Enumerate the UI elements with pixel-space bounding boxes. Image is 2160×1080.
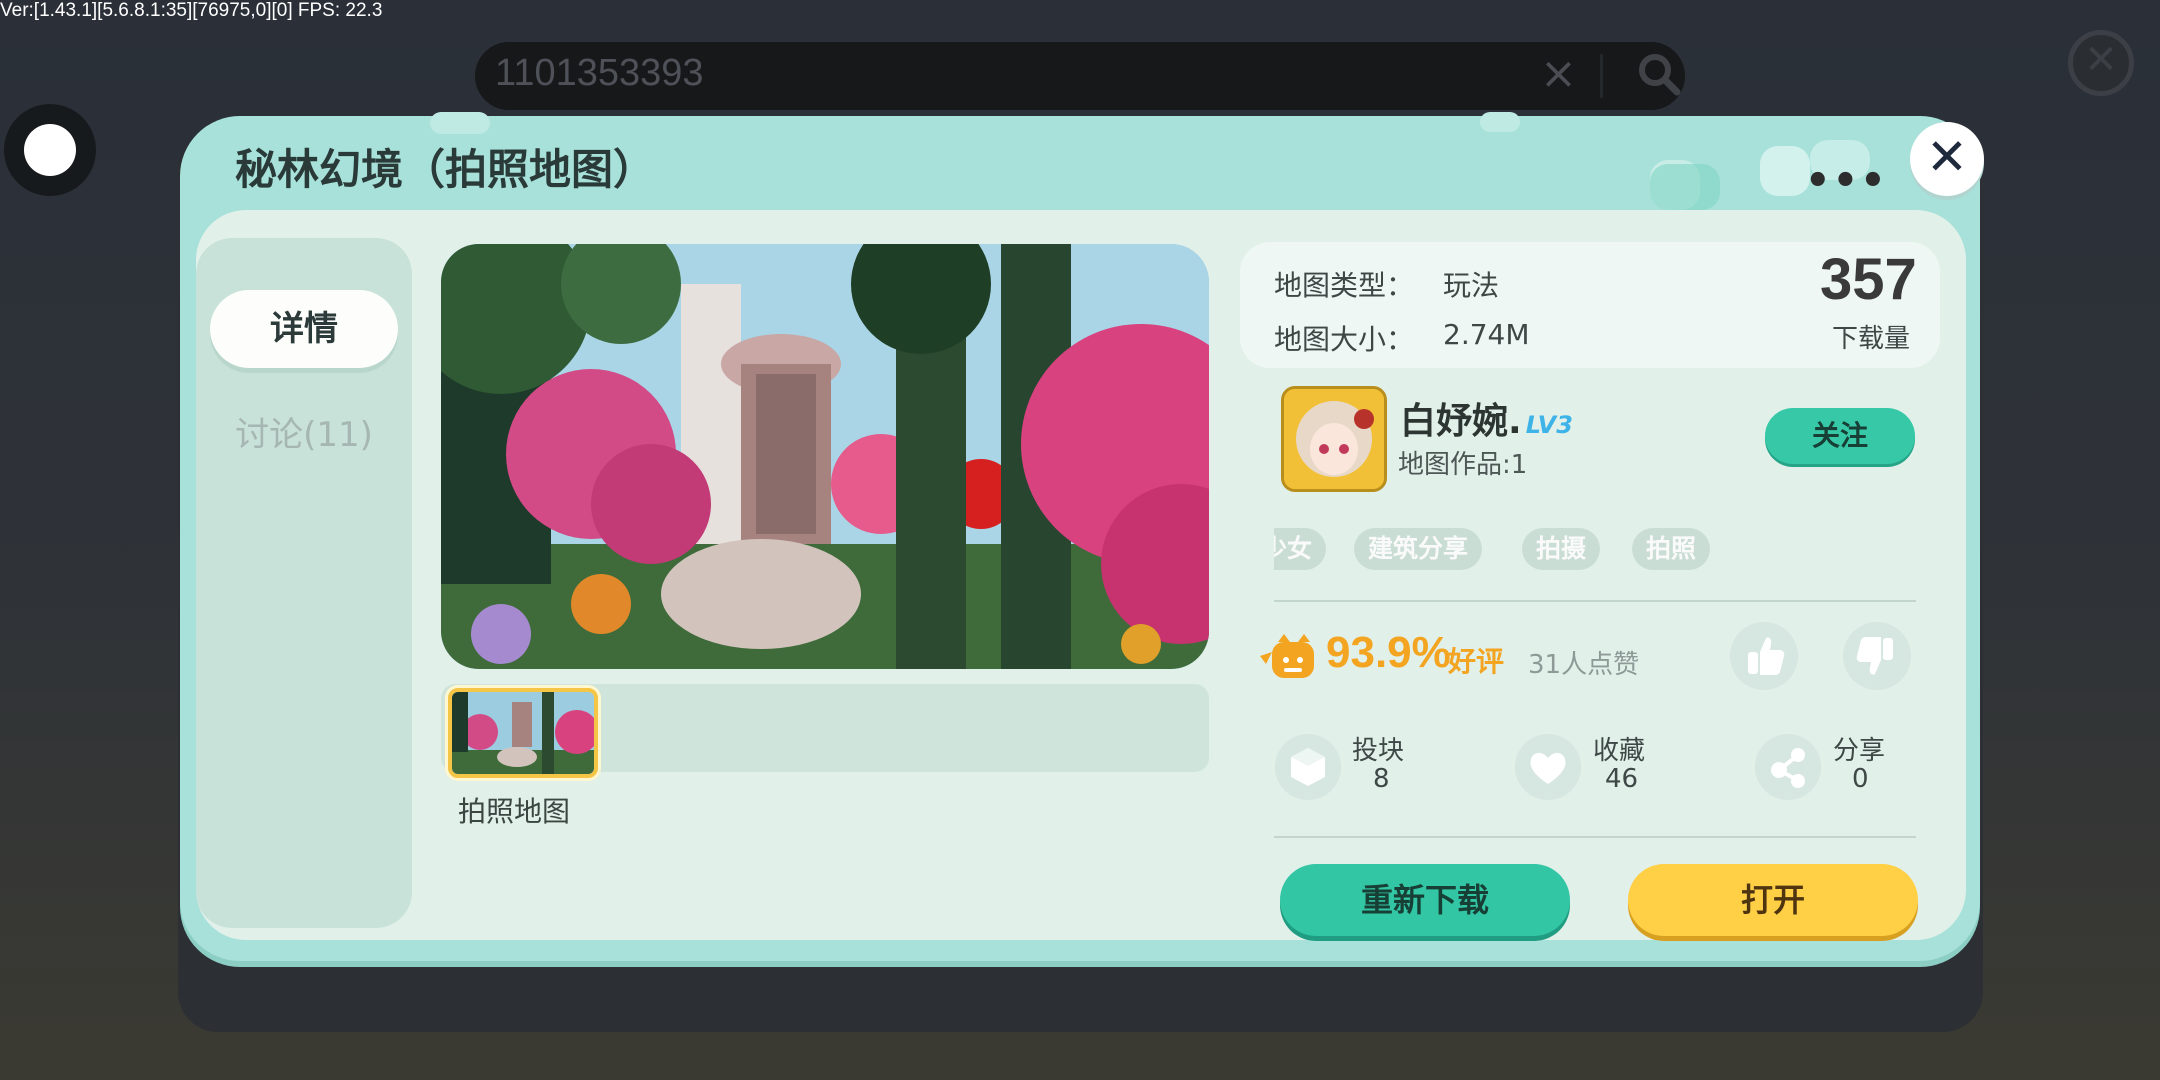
debug-overlay: Ver:[1.43.1][5.6.8.1:35][76975,0][0] FPS… [0, 0, 383, 21]
assist-dot-icon [24, 124, 76, 176]
rating-label: 好评 [1448, 645, 1505, 678]
clear-icon[interactable]: × [1540, 48, 1577, 99]
share-count: 0 [1852, 764, 1869, 794]
like-button[interactable] [1730, 622, 1798, 690]
dislike-button[interactable] [1843, 622, 1911, 690]
tag-item[interactable]: 拍摄 [1522, 528, 1601, 570]
close-icon: ✕ [2084, 37, 2118, 83]
block-vote-label: 投块 [1352, 736, 1405, 766]
divider [1274, 836, 1916, 838]
download-count: 357 [1820, 247, 1917, 312]
map-preview-image[interactable] [441, 244, 1209, 669]
background-close-button[interactable]: ✕ [2068, 30, 2134, 96]
block-vote-button[interactable] [1275, 734, 1341, 800]
tag-item[interactable]: 少女 [1274, 528, 1327, 570]
author-works-count: 地图作品:1 [1398, 450, 1528, 480]
tag-list: 少女 建筑分享 拍摄 拍照 [1274, 524, 1914, 574]
more-options-icon[interactable]: ••• [1805, 158, 1888, 204]
tab-details[interactable]: 详情 [210, 290, 398, 368]
rating-percent: 93.9% [1326, 628, 1451, 677]
open-button[interactable]: 打开 [1628, 864, 1918, 936]
share-label: 分享 [1833, 736, 1886, 766]
search-divider [1600, 54, 1603, 98]
map-size-label: 地图大小： [1274, 323, 1415, 356]
follow-button[interactable]: 关注 [1765, 408, 1915, 464]
like-count: 31人点赞 [1528, 650, 1640, 680]
author-name-row[interactable]: 白妤婉. LV3 [1400, 392, 1573, 444]
thumbs-down-icon [1856, 637, 1893, 675]
tag-item[interactable]: 建筑分享 [1354, 528, 1483, 570]
thumbnail-image [452, 692, 594, 774]
author-avatar[interactable] [1281, 386, 1387, 492]
decor-bubble [1650, 164, 1720, 210]
avatar-image [1284, 389, 1384, 489]
search-bar[interactable]: 1101353393 × [475, 42, 1685, 110]
thumbnail-item[interactable] [448, 688, 598, 778]
tab-discussion[interactable]: 讨论(11) [210, 400, 398, 470]
favorite-button[interactable] [1515, 734, 1581, 800]
redownload-button[interactable]: 重新下载 [1280, 864, 1570, 936]
map-type-value: 玩法 [1443, 269, 1500, 302]
heart-icon [1530, 752, 1566, 784]
favorite-label: 收藏 [1593, 736, 1646, 766]
thumbnail-caption: 拍照地图 [458, 795, 571, 828]
search-input[interactable]: 1101353393 [495, 52, 704, 95]
rating-mascot-icon [1260, 634, 1314, 678]
map-type-label: 地图类型： [1274, 269, 1415, 302]
author-level-badge: LV3 [1525, 411, 1573, 439]
divider [1274, 600, 1916, 602]
decor-bubble [1480, 112, 1520, 132]
map-size-value: 2.74M [1443, 318, 1530, 351]
download-count-label: 下载量 [1832, 324, 1911, 354]
decor-bubble [1760, 146, 1810, 196]
author-name[interactable]: 白妤婉. [1400, 401, 1522, 442]
tag-item[interactable]: 拍照 [1632, 528, 1711, 570]
block-vote-count: 8 [1373, 764, 1390, 794]
search-icon[interactable] [1635, 50, 1683, 98]
floating-assist-button[interactable] [4, 104, 96, 196]
close-icon: ✕ [1926, 128, 1968, 186]
share-icon [1771, 748, 1805, 788]
dialog-close-button[interactable]: ✕ [1910, 122, 1984, 196]
favorite-count: 46 [1605, 764, 1639, 794]
thumbs-up-icon [1748, 637, 1785, 675]
map-title: 秘林幻境（拍照地图） [235, 145, 656, 194]
decor-bubble [430, 112, 490, 134]
cube-icon [1291, 748, 1325, 786]
share-button[interactable] [1755, 734, 1821, 800]
scene-illustration [441, 244, 1209, 669]
